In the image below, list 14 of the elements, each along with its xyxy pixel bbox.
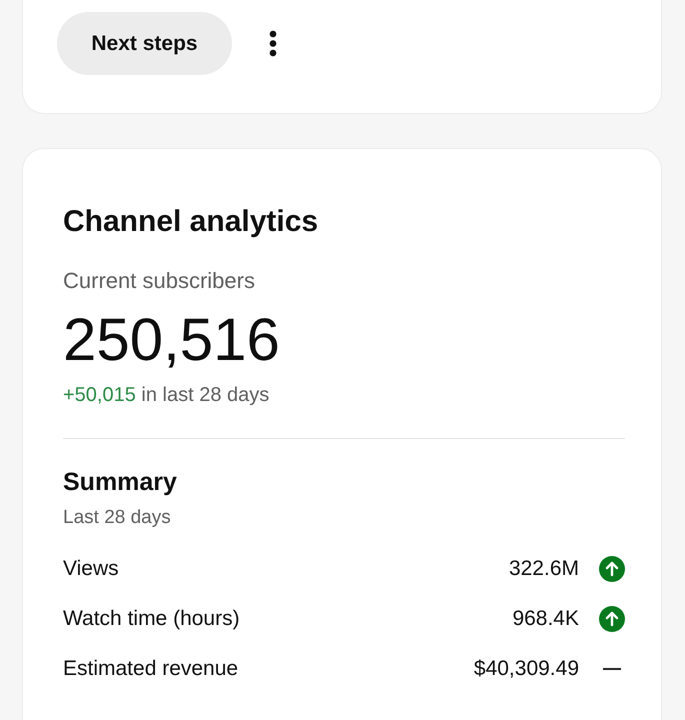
summary-period: Last 28 days — [63, 506, 172, 530]
metric-value: 322.6M — [508, 557, 579, 581]
metric-value: $40,309.49 — [474, 657, 579, 681]
card-title: Channel analytics — [63, 204, 320, 240]
metric-label: Views — [63, 557, 120, 581]
subscriber-count: 250,516 — [63, 305, 281, 375]
more-vertical-icon[interactable] — [269, 30, 277, 57]
metric-label: Estimated revenue — [63, 657, 240, 681]
next-steps-button[interactable]: Next steps — [57, 12, 232, 75]
metric-label: Watch time (hours) — [63, 607, 241, 631]
summary-title: Summary — [63, 467, 178, 497]
subscriber-change: +50,015 in last 28 days — [63, 383, 270, 408]
subscribers-label: Current subscribers — [63, 267, 256, 295]
metric-value: 968.4K — [512, 607, 579, 631]
